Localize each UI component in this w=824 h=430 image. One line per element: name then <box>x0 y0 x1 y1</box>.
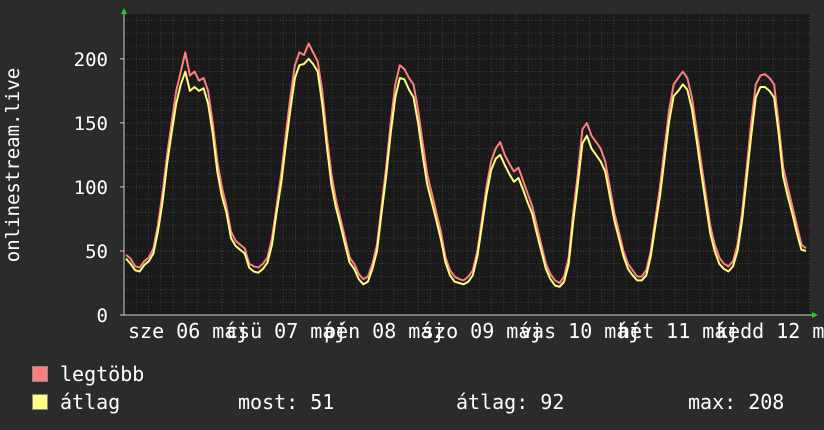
stat-average: átlag: 92 <box>456 390 565 414</box>
legend-swatch-max <box>32 366 48 382</box>
x-tick-label: kedd 12 máj <box>716 319 824 343</box>
stat-current: most: 51 <box>238 390 335 414</box>
y-tick-label: 50 <box>85 241 108 263</box>
legend-label-avg: átlag <box>60 390 121 414</box>
y-axis-label: onlinestream.live <box>2 68 24 262</box>
legend-label-max: legtöbb <box>60 362 145 386</box>
y-tick-label: 150 <box>74 113 108 135</box>
legend-item-max: legtöbb <box>32 363 144 385</box>
x-axis-ticks: sze 06 májcsü 07 májpén 08 májszo 09 máj… <box>128 319 824 343</box>
y-tick-label: 100 <box>74 177 108 199</box>
y-tick-label: 0 <box>97 305 108 327</box>
legend-swatch-avg <box>32 394 48 410</box>
legend-item-avg: átlag <box>32 391 120 413</box>
y-tick-label: 200 <box>74 49 108 71</box>
stat-max: max: 208 <box>688 390 785 414</box>
